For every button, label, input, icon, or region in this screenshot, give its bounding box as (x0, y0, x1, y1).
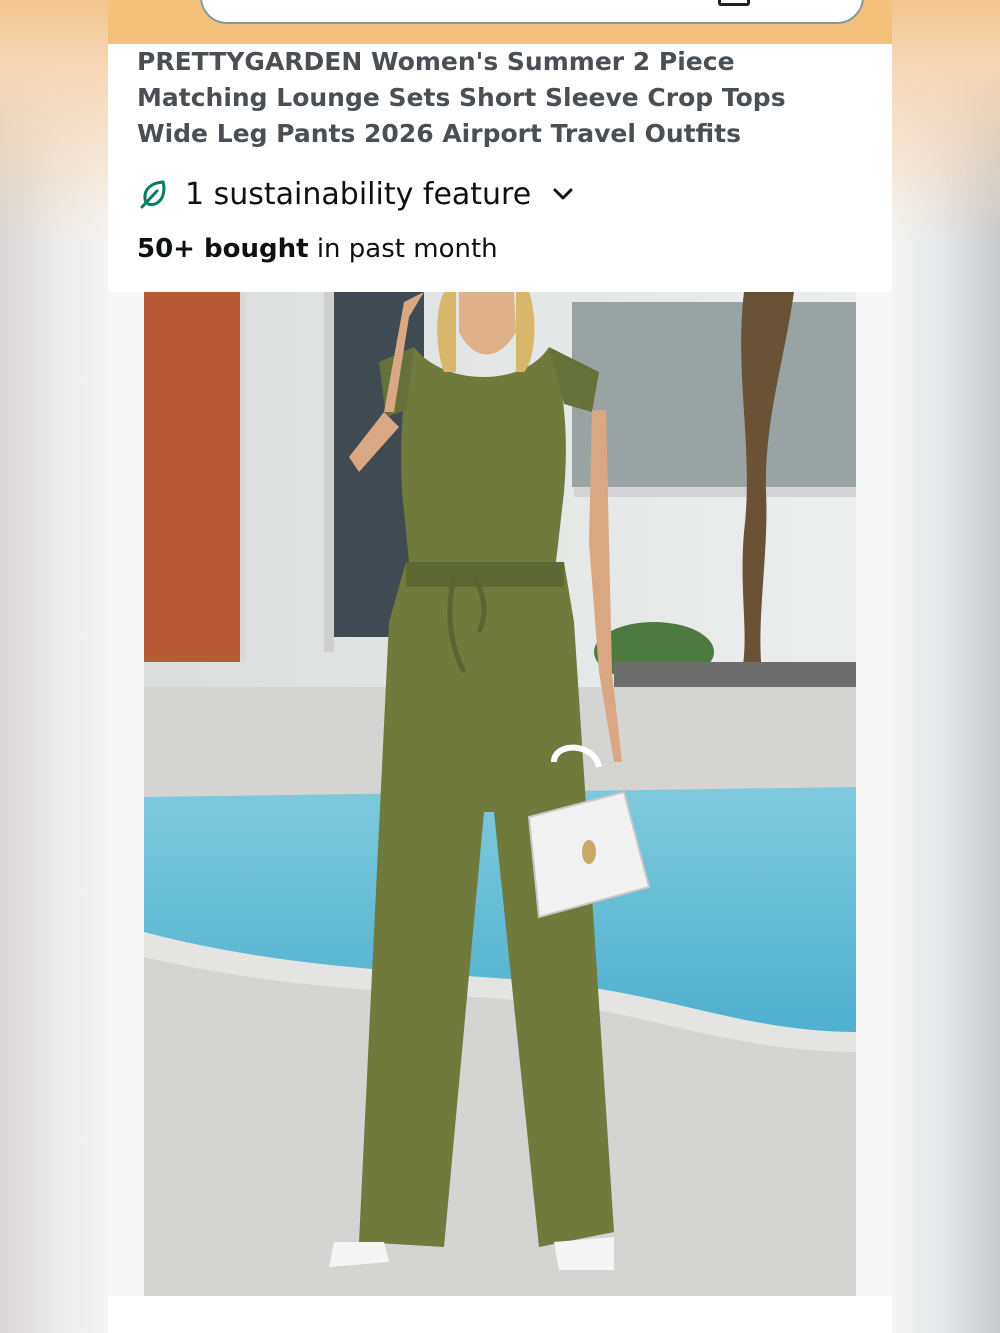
search-bar[interactable] (200, 0, 864, 24)
bought-count-bold: 50+ bought (137, 234, 309, 264)
product-photo-illustration (144, 292, 856, 1296)
sustainability-label: 1 sustainability feature (185, 176, 532, 212)
product-image[interactable] (144, 292, 856, 1296)
chevron-down-icon (553, 188, 573, 200)
camera-icon[interactable] (718, 0, 750, 6)
leaf-icon (140, 180, 166, 209)
bought-count-rest: in past month (308, 234, 498, 264)
sustainability-features-toggle[interactable]: 1 sustainability feature (137, 172, 577, 216)
bought-count: 50+ bought in past month (137, 234, 498, 264)
product-title[interactable]: PRETTYGARDEN Women's Summer 2 Piece Matc… (137, 44, 837, 152)
product-card: PRETTYGARDEN Women's Summer 2 Piece Matc… (108, 44, 892, 1333)
product-image-container[interactable] (108, 292, 892, 1296)
